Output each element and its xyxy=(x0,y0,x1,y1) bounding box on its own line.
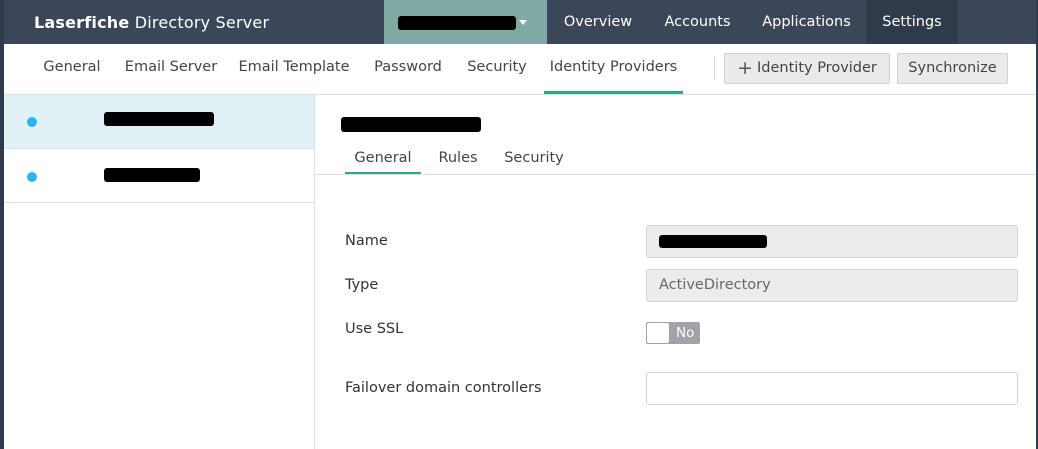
synchronize-button[interactable]: Synchronize xyxy=(897,53,1008,84)
type-label: Type xyxy=(345,277,379,293)
chevron-down-icon xyxy=(519,20,527,25)
detail-tab-rules[interactable]: Rules xyxy=(431,145,485,175)
tab-general[interactable]: General xyxy=(32,44,112,94)
add-identity-provider-button[interactable]: + Identity Provider xyxy=(724,53,890,84)
tab-email-server[interactable]: Email Server xyxy=(122,44,220,94)
type-field[interactable]: ActiveDirectory xyxy=(646,269,1018,302)
list-item[interactable] xyxy=(4,149,314,203)
detail-tab-general[interactable]: General xyxy=(345,145,421,175)
failover-label: Failover domain controllers xyxy=(345,380,542,396)
tab-identity-providers[interactable]: Identity Providers xyxy=(544,44,683,94)
toggle-knob xyxy=(647,323,669,343)
failover-field[interactable] xyxy=(646,372,1018,405)
nav-overview[interactable]: Overview xyxy=(548,0,648,44)
add-identity-provider-label: Identity Provider xyxy=(757,60,877,76)
identity-provider-list xyxy=(4,95,315,449)
redacted-provider-title xyxy=(341,117,481,132)
name-label: Name xyxy=(345,233,388,249)
use-ssl-label: Use SSL xyxy=(345,321,404,337)
list-item[interactable] xyxy=(4,95,314,149)
status-dot-icon xyxy=(27,172,37,182)
use-ssl-toggle-label: No xyxy=(676,325,695,341)
settings-tab-bar: General Email Server Email Template Pass… xyxy=(4,44,1036,95)
app-brand: Laserfiche Directory Server xyxy=(34,13,270,32)
plus-icon: + xyxy=(737,57,754,79)
provider-detail-panel: General Rules Security Name Type ActiveD… xyxy=(315,95,1036,449)
toolbar-divider xyxy=(714,56,715,80)
organization-selector[interactable] xyxy=(384,0,547,44)
detail-tabs-divider xyxy=(315,174,1036,175)
redacted-name-value xyxy=(659,235,767,248)
tab-password[interactable]: Password xyxy=(366,44,450,94)
tab-security[interactable]: Security xyxy=(462,44,532,94)
detail-tab-security[interactable]: Security xyxy=(501,145,567,175)
tab-email-template[interactable]: Email Template xyxy=(234,44,354,94)
redacted-provider-name xyxy=(104,112,214,126)
nav-accounts[interactable]: Accounts xyxy=(648,0,747,44)
redacted-organization-name xyxy=(398,16,516,30)
name-field[interactable] xyxy=(646,225,1018,258)
status-dot-icon xyxy=(27,117,37,127)
nav-settings[interactable]: Settings xyxy=(866,0,958,44)
redacted-provider-name xyxy=(104,168,200,182)
nav-applications[interactable]: Applications xyxy=(747,0,866,44)
top-navigation-bar: Laserfiche Directory Server Overview Acc… xyxy=(4,0,1036,44)
use-ssl-toggle[interactable]: No xyxy=(646,322,700,344)
